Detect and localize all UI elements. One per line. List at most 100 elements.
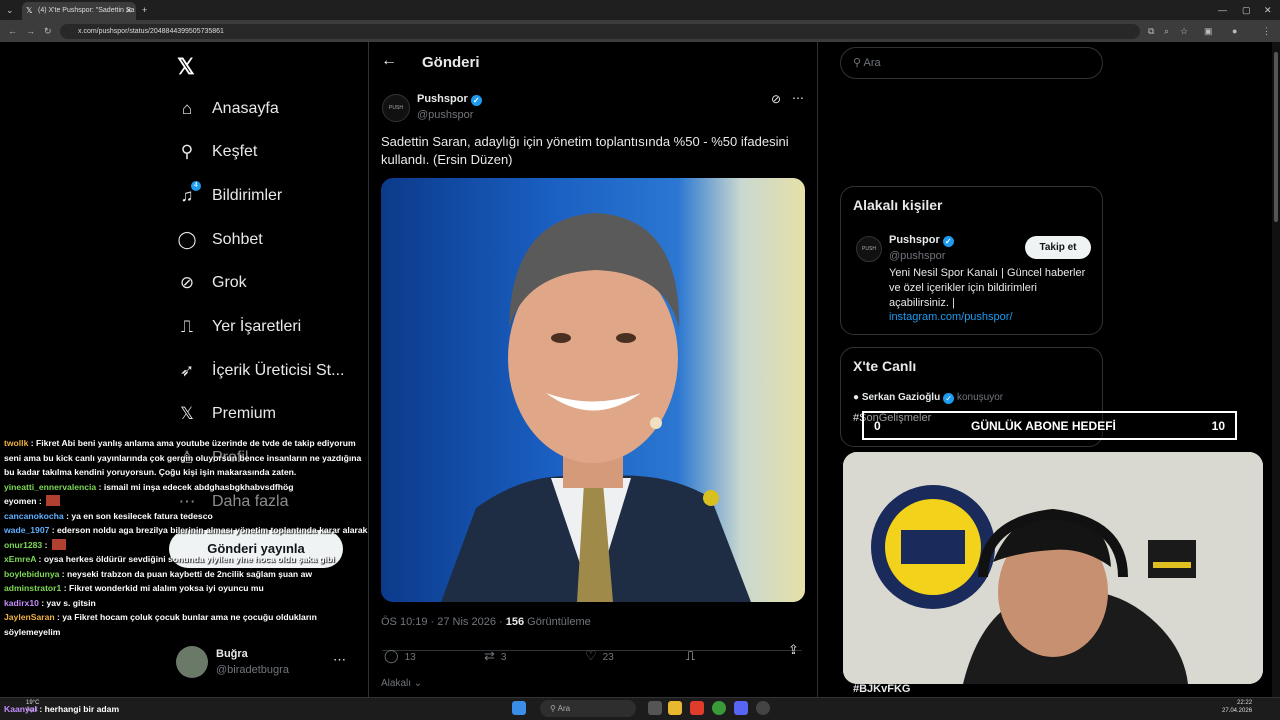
related-name[interactable]: Pushspor ✓ bbox=[889, 234, 954, 247]
rocket-icon: ➶ bbox=[179, 361, 195, 380]
nav-item-bookmarks[interactable]: ⎍ Yer İşaretleri bbox=[176, 312, 301, 342]
window-close-icon[interactable]: ✕ bbox=[1264, 2, 1272, 18]
post-meta: ÖS 10:19 · 27 Nis 2026 · 156 Görüntüleme bbox=[381, 616, 591, 628]
profile-avatar-icon[interactable]: ● bbox=[1232, 23, 1237, 39]
nav-label: Keşfet bbox=[212, 143, 258, 160]
nav-label: Bildirimler bbox=[212, 187, 283, 204]
puzzle-icon[interactable]: ▣ bbox=[1204, 23, 1213, 39]
browser-menu-icon[interactable]: ⋮ bbox=[1262, 23, 1271, 39]
task-view-icon[interactable] bbox=[648, 701, 662, 715]
chat-last-message: Kaanyal : herhangi bir adam bbox=[4, 704, 120, 714]
related-link[interactable]: instagram.com/pushspor/ bbox=[889, 311, 1013, 323]
extension-icon[interactable]: ⧉ bbox=[1148, 23, 1154, 39]
nav-label: Premium bbox=[212, 405, 277, 422]
nav-item-grok[interactable]: ⊘ Grok bbox=[176, 268, 247, 298]
trend-tag[interactable]: #BJKvFKG bbox=[853, 683, 910, 695]
nav-item-explore[interactable]: ⚲ Keşfet bbox=[176, 137, 258, 167]
nav-item-creator-studio[interactable]: ➶ İçerik Üreticisi St... bbox=[176, 356, 345, 386]
file-explorer-icon[interactable] bbox=[668, 701, 682, 715]
star-bookmark-icon[interactable]: ☆ bbox=[1180, 23, 1188, 39]
url-input[interactable]: x.com/pushspor/status/204884439950573586… bbox=[60, 24, 1140, 39]
post-text: Sadettin Saran, adaylığı için yönetim to… bbox=[381, 134, 789, 167]
home-icon: ⌂ bbox=[181, 99, 193, 118]
emote-icon bbox=[46, 495, 61, 506]
search-icon: ⚲ bbox=[550, 704, 556, 713]
taskbar-search[interactable]: ⚲ Ara bbox=[540, 700, 636, 717]
live-speaker[interactable]: ● Serkan Gazioğlu ✓ konuşuyor bbox=[853, 392, 1003, 404]
maximize-icon[interactable]: ▢ bbox=[1242, 2, 1251, 18]
share-icon: ⇪ bbox=[788, 642, 799, 657]
x-logo-icon[interactable]: 𝕏 bbox=[177, 54, 195, 80]
post-image[interactable] bbox=[381, 178, 805, 602]
author-avatar[interactable]: PUSH bbox=[382, 94, 410, 122]
minimize-icon[interactable]: — bbox=[1218, 2, 1227, 18]
chat-line: boylebidunya : neyseki trabzon da puan k… bbox=[4, 568, 313, 579]
reload-icon[interactable]: ↻ bbox=[44, 23, 52, 39]
chat-message: neyseki trabzon da puan kaybetti de 2nci… bbox=[67, 568, 313, 579]
chevron-down-icon: ⌄ bbox=[413, 678, 423, 689]
back-arrow-icon[interactable]: ← bbox=[381, 52, 397, 70]
chat-username: kadirx10 bbox=[4, 597, 39, 608]
search-input[interactable]: ⚲ Ara bbox=[840, 47, 1103, 79]
chat-username: JaylenSaran bbox=[4, 612, 55, 622]
follow-button[interactable]: Takip et bbox=[1025, 236, 1091, 259]
like-button[interactable]: ♡ 23 bbox=[585, 648, 614, 664]
related-avatar[interactable]: PUSH bbox=[856, 236, 882, 262]
chat-username: boylebidunya bbox=[4, 568, 60, 579]
repost-button[interactable]: ⇄ 3 bbox=[484, 648, 506, 664]
chat-username: twollk bbox=[4, 438, 29, 448]
reply-button[interactable]: ◯ 13 bbox=[384, 648, 416, 664]
bookmark-icon: ⎍ bbox=[181, 317, 193, 336]
search-placeholder: Ara bbox=[863, 57, 881, 69]
chrome-icon[interactable] bbox=[712, 701, 726, 715]
chat-line: onur1283 : bbox=[0, 538, 372, 553]
bookmark-button[interactable]: ⎍ bbox=[686, 648, 695, 664]
back-nav-icon[interactable]: ← bbox=[8, 23, 17, 39]
windows-taskbar bbox=[0, 697, 1280, 720]
chat-message: ismail mi inşa edecek abdghasbgkhabvsdfh… bbox=[103, 481, 294, 492]
stream-chat-overlay: twollk : Fikret Abi beni yanlış anlama a… bbox=[0, 436, 372, 706]
speaker-status: konuşuyor bbox=[956, 392, 1004, 403]
brave-icon[interactable] bbox=[690, 701, 704, 715]
emote-icon bbox=[51, 538, 66, 550]
nav-label: Sohbet bbox=[212, 231, 263, 248]
live-title: X'te Canlı bbox=[853, 358, 917, 374]
grok-icon[interactable]: ⊘ bbox=[771, 92, 781, 106]
speaker-name: Serkan Gazioğlu bbox=[861, 392, 941, 403]
tab-menu-icon[interactable]: ⌄ bbox=[6, 2, 14, 18]
chat-username: onur1283 bbox=[4, 539, 43, 550]
browser-tab[interactable]: 𝕏 (4) X'te Pushspor: "Sadettin Sa ✕ bbox=[22, 2, 136, 20]
nav-item-chat[interactable]: ◯ Sohbet bbox=[176, 225, 263, 255]
reply-sort-dropdown[interactable]: Alakalı ⌄ bbox=[381, 678, 422, 689]
related-handle[interactable]: @pushspor bbox=[889, 250, 945, 262]
zoom-icon[interactable]: ⌕ bbox=[1164, 23, 1169, 39]
chat-line: wade_1907 : ederson noldu aga brezilya b… bbox=[4, 525, 368, 535]
nav-item-home[interactable]: ⌂ Anasayfa bbox=[176, 94, 279, 124]
forward-nav-icon[interactable]: → bbox=[26, 23, 35, 39]
share-button[interactable]: ⇪ bbox=[788, 642, 799, 658]
chat-line: yineatti_ennervalencia : ismail mi inşa … bbox=[4, 481, 294, 492]
repost-icon: ⇄ bbox=[484, 648, 495, 663]
discord-icon[interactable] bbox=[734, 701, 748, 715]
nav-item-premium[interactable]: 𝕏 Premium bbox=[176, 399, 276, 429]
chat-username: eyomen bbox=[4, 496, 37, 506]
verified-icon: ✓ bbox=[470, 95, 482, 106]
scrollbar-thumb[interactable] bbox=[1274, 52, 1278, 222]
chat-icon: ◯ bbox=[177, 230, 197, 249]
system-clock[interactable]: 22:22 27.04.2026 bbox=[1222, 699, 1252, 715]
more-icon[interactable]: ⋯ bbox=[792, 91, 804, 105]
chat-message: ya en son kesilecek fatura tedesco bbox=[71, 510, 213, 521]
goal-target: 10 bbox=[1211, 419, 1225, 433]
browser-tab-bar bbox=[0, 0, 1280, 20]
webcam-overlay bbox=[843, 452, 1263, 684]
close-tab-icon[interactable]: ✕ bbox=[125, 2, 132, 20]
author-name[interactable]: Pushspor ✓ bbox=[417, 93, 482, 106]
page-scrollbar[interactable] bbox=[1272, 42, 1280, 697]
obs-icon[interactable] bbox=[756, 701, 770, 715]
author-handle[interactable]: @pushspor bbox=[417, 109, 473, 121]
nav-item-notifications[interactable]: ♫ 4 Bildirimler bbox=[176, 181, 282, 211]
new-tab-icon[interactable]: + bbox=[142, 2, 147, 18]
chat-line: twollk : Fikret Abi beni yanlış anlama a… bbox=[4, 438, 362, 477]
author-name-text: Pushspor bbox=[417, 93, 468, 105]
windows-start-icon[interactable] bbox=[512, 701, 526, 715]
